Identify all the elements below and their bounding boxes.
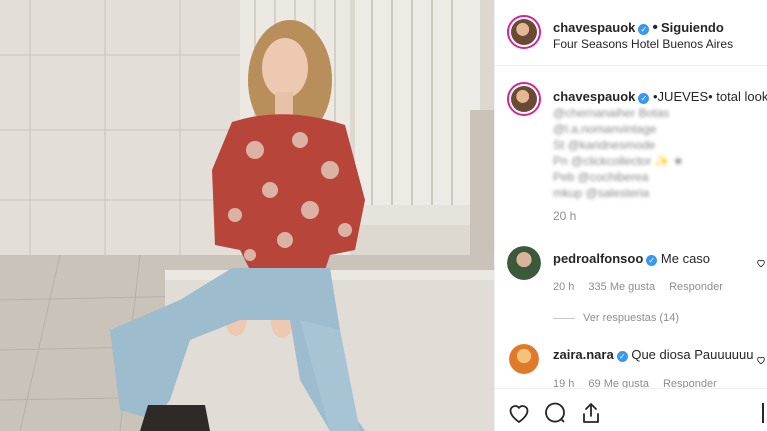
post-caption: chavespauok ✓ •JUEVES• total look @cherna… [495,66,767,244]
caption-line: @chernanaiher Botas [553,106,670,120]
comment-text-line: zaira.nara ✓ Que diosa Pauuuuuu [553,347,753,362]
comment-timestamp[interactable]: 19 h [553,378,574,388]
post-side-panel: chavespauok ✓ • Siguiendo Four Seasons Hote… [494,0,767,431]
replies-line [553,317,575,319]
comment-likes-count[interactable]: 69 Me gusta [588,378,649,388]
caption-line: @l.a.nomanvintage [553,122,657,136]
comment-text-line: pedroalfonsoo ✓ Me caso [553,251,710,266]
comment-meta: 19 h 69 Me gusta Responder [553,378,717,388]
comment-text: Que diosa Pauuuuuu [631,347,754,362]
heart-icon[interactable] [507,401,531,425]
comment-meta: 20 h 335 Me gusta Responder [553,281,723,293]
view-replies-label: Ver respuestas (14) [583,312,679,324]
comment-like-icon[interactable] [756,355,766,365]
reply-button[interactable]: Responder [669,281,723,293]
comment-item: zaira.nara ✓ Que diosa Pauuuuuu 19 h 69 M… [495,338,767,388]
author-username[interactable]: chavespauok [553,20,635,35]
verified-badge-icon: ✓ [646,255,658,266]
caption-line: mkup @salesteria [553,186,650,200]
commenter-username[interactable]: pedroalfonsoo [553,251,643,266]
comment-text: Me caso [660,251,711,266]
following-button[interactable]: Siguiendo [661,20,724,35]
verified-badge-icon: ✓ [638,93,650,104]
comment-timestamp[interactable]: 20 h [553,281,574,293]
author-line: chavespauok ✓ • Siguiendo [553,19,724,37]
comment-icon[interactable] [543,401,567,425]
post-image [0,0,494,431]
verified-badge-icon: ✓ [616,351,628,362]
separator-dot: • [652,19,658,36]
caption-line: St @karidnesmode [553,138,656,152]
view-replies-button[interactable]: Ver respuestas (14) [553,312,679,324]
commenter-avatar[interactable] [509,344,539,374]
comment-likes-count[interactable]: 335 Me gusta [588,281,655,293]
caption-avatar[interactable] [507,82,541,116]
commenter-avatar[interactable] [507,246,541,280]
comment-item: pedroalfonsoo ✓ Me caso 20 h 335 Me gusta… [495,244,767,334]
caption-first-line: •JUEVES• total look [653,89,767,104]
share-icon[interactable] [579,401,603,425]
caption-timestamp[interactable]: 20 h [553,208,767,225]
commenter-username[interactable]: zaira.nara [553,347,614,362]
caption-line: Pn @clickcollector ✨ ★ [553,154,684,168]
comment-like-icon[interactable] [756,258,766,268]
caption-text: chavespauok ✓ •JUEVES• total look @cherna… [553,88,767,225]
reply-button[interactable]: Responder [663,378,717,388]
author-avatar[interactable] [507,15,541,49]
location-link[interactable]: Four Seasons Hotel Buenos Aires [553,37,733,51]
post-photo[interactable] [0,0,494,431]
caption-username[interactable]: chavespauok [553,89,635,104]
caption-line: Peb @cochiberea [553,170,649,184]
action-bar [495,388,767,431]
save-icon[interactable] [762,403,764,423]
post-header: chavespauok ✓ • Siguiendo Four Seasons Hote… [495,0,767,66]
verified-badge-icon: ✓ [638,24,650,35]
